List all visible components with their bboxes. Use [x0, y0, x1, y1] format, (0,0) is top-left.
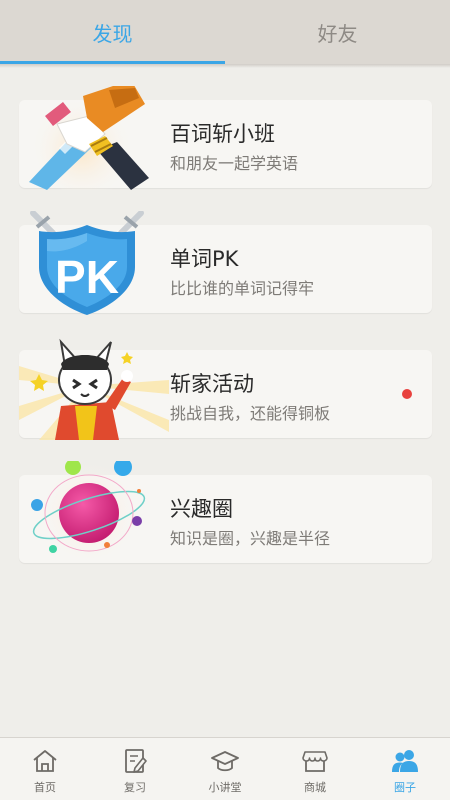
- nav-label: 小讲堂: [208, 781, 242, 794]
- handshake-art-icon: [19, 86, 169, 190]
- nav-circle[interactable]: 圈子: [360, 738, 450, 800]
- nav-lecture[interactable]: 小讲堂: [180, 738, 270, 800]
- card-title: 单词PK: [170, 247, 239, 271]
- card-word-pk[interactable]: PK 单词PK 比比谁的单词记得牢: [19, 211, 432, 315]
- pk-art-text: PK: [55, 251, 119, 303]
- pk-shield-art-icon: PK: [19, 211, 169, 315]
- tab-friends[interactable]: 好友: [225, 0, 450, 64]
- notebook-pen-icon: [125, 749, 147, 773]
- planet-art-icon: [19, 461, 169, 565]
- card-subtitle: 挑战自我，还能得铜板: [170, 404, 331, 423]
- card-interest-circle[interactable]: 兴趣圈 知识是圈，兴趣是半径: [19, 461, 432, 563]
- card-events[interactable]: 斩家活动 挑战自我，还能得铜板: [19, 338, 432, 440]
- card-title: 百词斩小班: [170, 122, 275, 146]
- users-icon: [392, 750, 418, 772]
- tab-bar-shadow: [0, 64, 450, 68]
- card-subtitle: 和朋友一起学英语: [170, 154, 299, 173]
- store-icon: [302, 751, 328, 772]
- nav-label: 商城: [304, 781, 326, 794]
- nav-home[interactable]: 首页: [0, 738, 90, 800]
- nav-mall[interactable]: 商城: [270, 738, 360, 800]
- card-subtitle: 比比谁的单词记得牢: [170, 279, 315, 298]
- cat-mascot-art-icon: [19, 336, 169, 440]
- top-tab-bar: 发现 好友: [0, 0, 450, 64]
- graduation-cap-icon: [211, 751, 239, 772]
- card-title: 斩家活动: [170, 372, 254, 396]
- card-subtitle: 知识是圈，兴趣是半径: [170, 529, 331, 548]
- new-badge-dot: [402, 389, 412, 399]
- card-title: 兴趣圈: [170, 497, 233, 521]
- home-icon: [33, 750, 57, 772]
- nav-label: 首页: [34, 781, 56, 794]
- nav-review[interactable]: 复习: [90, 738, 180, 800]
- card-class[interactable]: 百词斩小班 和朋友一起学英语: [19, 86, 432, 190]
- nav-label: 圈子: [394, 781, 416, 794]
- tab-discover[interactable]: 发现: [0, 0, 225, 64]
- bottom-nav: 首页 复习 小讲堂 商城 圈子: [0, 737, 450, 800]
- nav-label: 复习: [124, 781, 146, 794]
